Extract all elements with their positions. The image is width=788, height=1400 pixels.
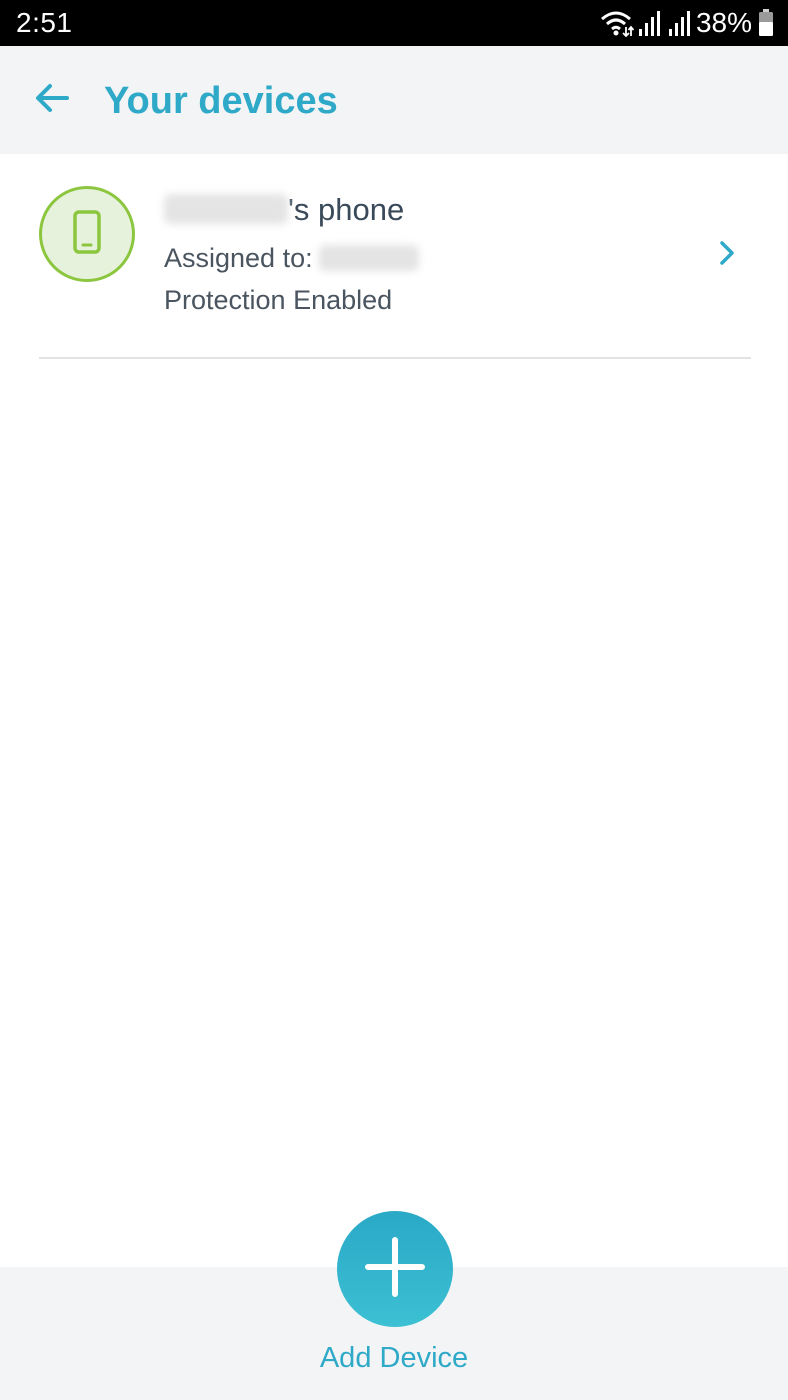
devices-screen: 2:51 38% Your devices 's phone Assigned … xyxy=(0,0,788,1400)
arrow-left-icon xyxy=(35,83,69,118)
chevron-right-icon[interactable] xyxy=(712,238,742,268)
page-title: Your devices xyxy=(104,80,338,122)
signal-icon xyxy=(668,9,692,37)
signal-icon xyxy=(638,9,662,37)
add-device-label[interactable]: Add Device xyxy=(0,1340,788,1376)
redacted-owner-name xyxy=(164,193,288,224)
assigned-label: Assigned to: xyxy=(164,243,313,273)
status-time: 2:51 xyxy=(16,7,73,38)
wifi-icon xyxy=(600,8,634,38)
status-bar: 2:51 38% xyxy=(0,0,788,46)
app-bar: Your devices xyxy=(0,46,788,154)
device-name: 's phone xyxy=(164,190,404,230)
back-button[interactable] xyxy=(28,76,76,124)
device-list-item[interactable]: 's phone Assigned to: Protection Enabled xyxy=(0,154,788,358)
battery-icon xyxy=(758,9,774,37)
protection-status: Protection Enabled xyxy=(164,285,393,315)
add-device-button[interactable] xyxy=(337,1211,453,1327)
battery-percent: 38% xyxy=(695,7,752,38)
smartphone-icon xyxy=(72,209,102,259)
redacted-assignee-name xyxy=(318,244,419,271)
device-avatar xyxy=(39,186,135,282)
list-divider xyxy=(39,357,751,359)
status-icons: 38% xyxy=(600,6,774,40)
device-assigned: Assigned to: xyxy=(164,240,419,276)
device-name-suffix: 's phone xyxy=(288,192,405,227)
plus-icon xyxy=(365,1236,425,1302)
